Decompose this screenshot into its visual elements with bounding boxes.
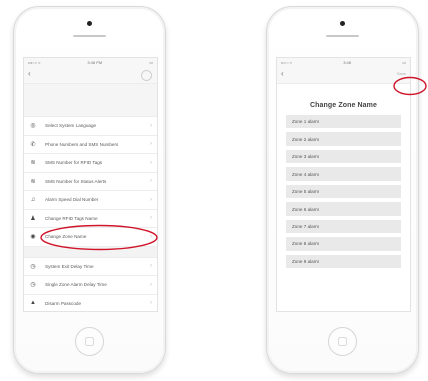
status-time: 3:48 <box>343 60 351 65</box>
chevron-right-icon: › <box>150 159 152 166</box>
zone-name-screen: ••○○ ≈ 3:48 ▭ ‹ Save Change Zone Name Zo… <box>276 57 411 312</box>
settings-menu-group-1: ◎ Select System Language › ✆ Phone Numbers a… <box>24 117 157 247</box>
phone-right: ••○○ ≈ 3:48 ▭ ‹ Save Change Zone Name Zo… <box>266 6 419 374</box>
menu-spacer <box>24 84 157 117</box>
menu-item-label: SMS Number for RFID Tags <box>45 160 103 166</box>
zone-list: Zone 1 alarm Zone 2 alarm Zone 3 alarm Zone… <box>277 115 410 269</box>
menu-item-label: Disarm Passcode <box>45 300 81 306</box>
menu-item[interactable]: ♟ Change RFID Tags Name › <box>24 209 157 228</box>
chevron-right-icon: › <box>150 122 152 129</box>
menu-item[interactable]: ≋ SMS Number for RFID Tags › <box>24 154 157 173</box>
menu-item[interactable]: ♫ Alarm Speed Dial Number › <box>24 191 157 210</box>
menu-item[interactable]: ✆ Phone Numbers and SMS Numbers › <box>24 135 157 154</box>
menu-item-label: Select System Language <box>45 123 97 129</box>
chevron-right-icon: › <box>150 141 152 148</box>
menu-item-label: Change RFID Tags Name <box>45 215 98 221</box>
nav-bar: ‹ Save <box>277 67 410 84</box>
chevron-right-icon: › <box>150 263 152 270</box>
settings-screen: •••○○ ≈ 3:48 PM ▭ ‹ ◎ Select System Langu… <box>23 57 158 312</box>
phone-icon: ✆ <box>30 141 36 148</box>
status-time: 3:48 PM <box>87 60 103 65</box>
status-bar: •••○○ ≈ 3:48 PM ▭ <box>24 58 157 67</box>
chevron-right-icon: › <box>150 300 152 307</box>
lock-icon: ▲ <box>30 300 36 307</box>
home-button[interactable] <box>328 327 357 356</box>
settings-menu-group-2: ◷ System Exit Delay Time › ◷ Single Zone Ala… <box>24 257 157 311</box>
chevron-right-icon: › <box>150 178 152 185</box>
menu-spacer <box>24 246 157 258</box>
status-bar: ••○○ ≈ 3:48 ▭ <box>277 58 410 67</box>
clock-icon: ◷ <box>30 282 36 289</box>
page-title: Change Zone Name <box>310 102 377 109</box>
menu-item[interactable]: ◉ Change Zone Name › <box>24 228 157 247</box>
zone-name-field[interactable]: Zone 5 alarm <box>286 184 401 199</box>
signal-icon: ≋ <box>30 178 36 185</box>
zone-name-field[interactable]: Zone 7 alarm <box>286 219 401 234</box>
back-chevron-icon[interactable]: ‹ <box>28 70 31 78</box>
zone-name-field[interactable]: Zone 8 alarm <box>286 237 401 251</box>
gear-icon[interactable] <box>141 70 152 81</box>
menu-item[interactable]: ◷ Single Zone Alarm Delay Time › <box>24 276 157 295</box>
chevron-right-icon: › <box>150 233 152 240</box>
zone-name-field[interactable]: Zone 4 alarm <box>286 167 401 181</box>
globe-icon: ◎ <box>30 123 36 130</box>
chevron-right-icon: › <box>150 215 152 222</box>
menu-item-label: Phone Numbers and SMS Numbers <box>45 141 119 147</box>
back-chevron-icon[interactable]: ‹ <box>281 70 284 78</box>
home-button[interactable] <box>75 327 104 356</box>
menu-item-label: Single Zone Alarm Delay Time <box>45 282 107 288</box>
camera-icon <box>87 21 92 26</box>
carrier-signal: •••○○ ≈ <box>28 60 41 65</box>
chevron-right-icon: › <box>150 196 152 203</box>
carrier-signal: ••○○ ≈ <box>281 60 292 65</box>
menu-item[interactable]: ◎ Select System Language › <box>24 117 157 136</box>
zone-name-field[interactable]: Zone 2 alarm <box>286 132 401 146</box>
menu-item[interactable]: ◷ System Exit Delay Time › <box>24 257 157 276</box>
camera-icon <box>340 21 345 26</box>
chevron-right-icon: › <box>150 281 152 288</box>
save-button[interactable]: Save <box>397 71 406 76</box>
zone-icon: ◉ <box>30 234 36 241</box>
user-icon: ♟ <box>30 215 36 222</box>
menu-item-label: SMS Number for Status Alerts <box>45 178 107 184</box>
clock-icon: ◷ <box>30 263 36 270</box>
speaker-grille <box>326 35 359 37</box>
speaker-grille <box>73 35 106 37</box>
zone-name-field[interactable]: Zone 3 alarm <box>286 149 401 164</box>
zone-name-field[interactable]: Zone 1 alarm <box>286 115 401 129</box>
menu-item-label: Alarm Speed Dial Number <box>45 197 99 203</box>
menu-item-label: Change Zone Name <box>45 234 87 240</box>
bell-icon: ♫ <box>30 196 36 203</box>
battery-icon: ▭ <box>402 60 406 65</box>
battery-icon: ▭ <box>149 60 153 65</box>
menu-item[interactable]: ≋ SMS Number for Status Alerts › <box>24 172 157 191</box>
menu-item[interactable]: ▲ Disarm Passcode › <box>24 294 157 311</box>
phone-left: •••○○ ≈ 3:48 PM ▭ ‹ ◎ Select System Langu… <box>13 6 166 374</box>
menu-item-label: System Exit Delay Time <box>45 263 94 269</box>
zone-name-field[interactable]: Zone 6 alarm <box>286 202 401 216</box>
signal-icon: ≋ <box>30 160 36 167</box>
zone-name-field[interactable]: Zone 9 alarm <box>286 254 401 269</box>
nav-bar: ‹ <box>24 67 157 84</box>
